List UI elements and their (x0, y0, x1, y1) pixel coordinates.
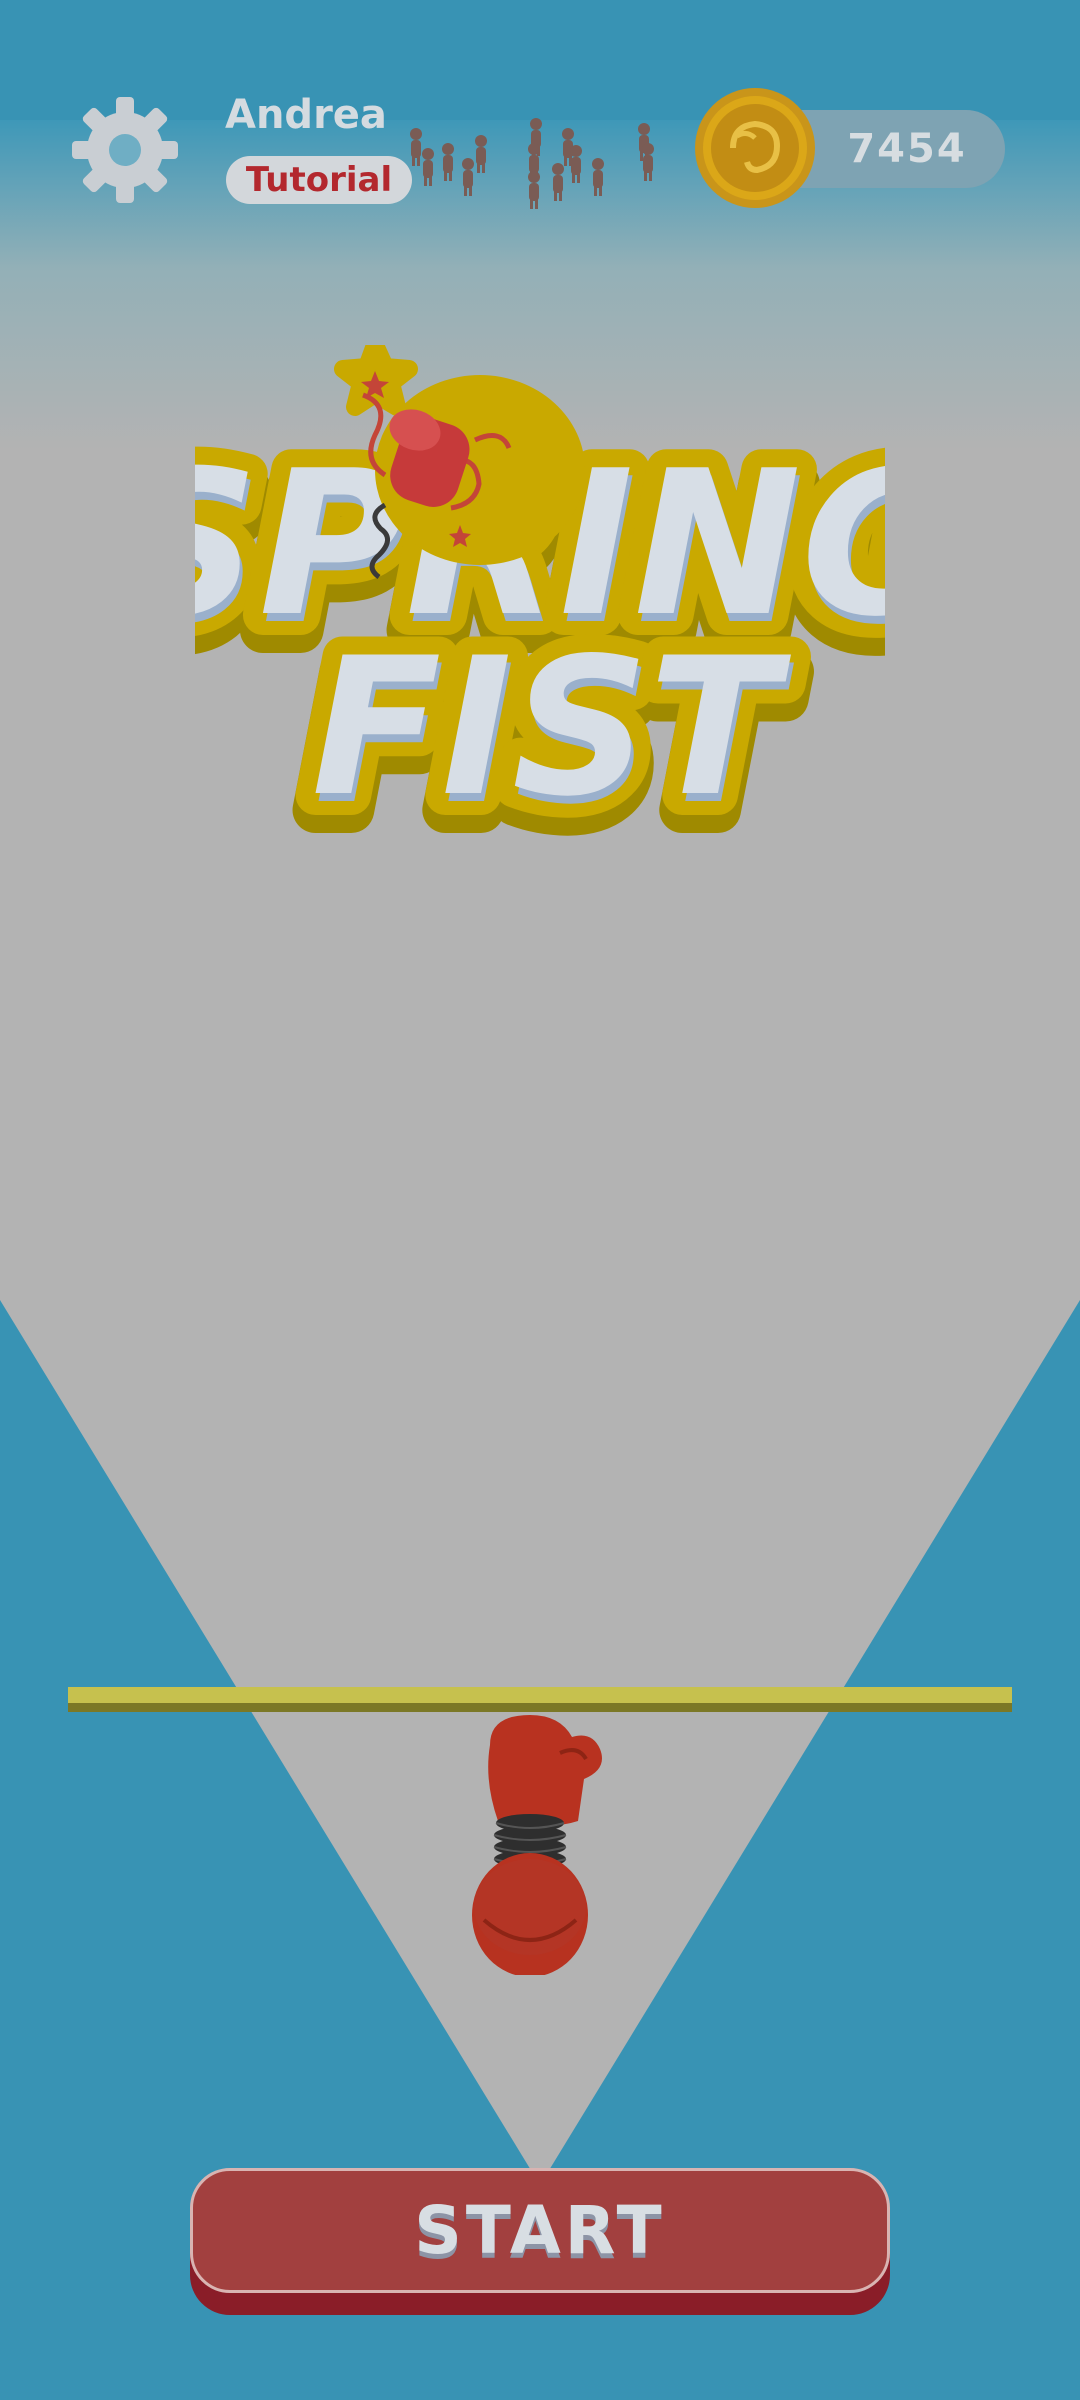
coin-icon (695, 88, 815, 208)
start-button[interactable]: START (190, 2168, 890, 2293)
logo-line2: FIST (312, 617, 792, 838)
crowd-icon (410, 118, 654, 209)
player-name: Andrea (225, 92, 387, 138)
coin-count: 7454 (847, 126, 967, 172)
game-logo: SPRING SPRING SPRING SPRING FIST FIST FI… (195, 345, 885, 855)
level-badge: Tutorial (226, 156, 412, 204)
gear-icon[interactable] (70, 95, 180, 205)
target-bar (68, 1687, 1012, 1712)
boxing-glove-icon[interactable] (470, 1715, 620, 1975)
